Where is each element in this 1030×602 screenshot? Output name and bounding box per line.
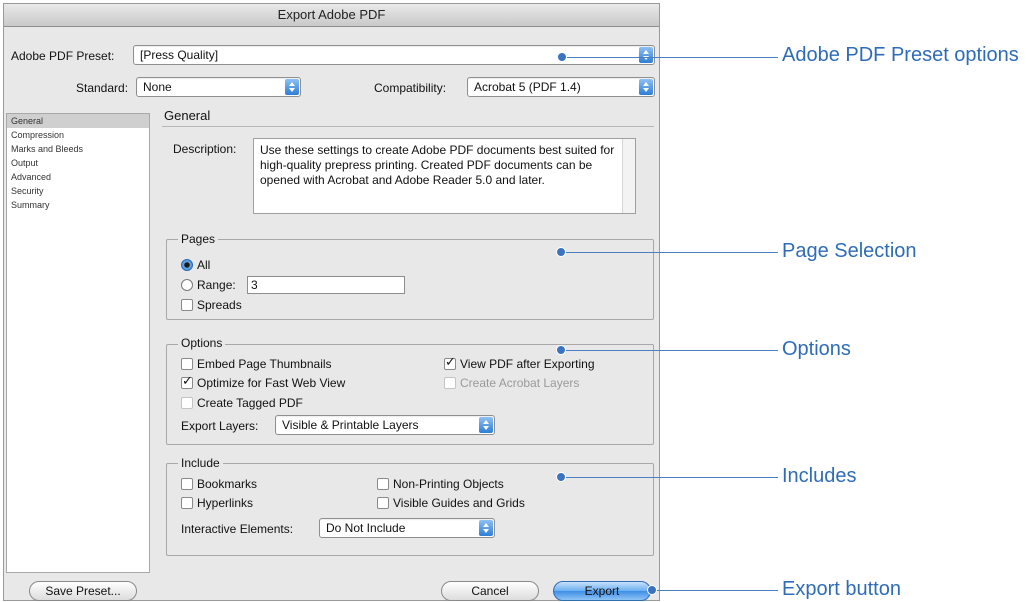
- hyperlinks-checkbox[interactable]: Hyperlinks: [181, 496, 253, 510]
- description-scrollbar[interactable]: [622, 139, 635, 213]
- callout-dot-includes: [556, 472, 566, 482]
- standard-label: Standard:: [76, 81, 129, 95]
- callout-line-options: [561, 350, 778, 351]
- compatibility-label: Compatibility:: [374, 81, 447, 95]
- pages-all-radio[interactable]: All: [181, 258, 210, 272]
- create-tagged-checkbox[interactable]: Create Tagged PDF: [181, 396, 303, 410]
- non-printing-checkbox[interactable]: Non-Printing Objects: [377, 477, 504, 491]
- embed-thumbnails-checkbox[interactable]: Embed Page Thumbnails: [181, 357, 332, 371]
- checkbox-icon: [181, 299, 193, 311]
- callout-dot-export: [647, 585, 657, 595]
- checkbox-icon: [377, 478, 389, 490]
- interactive-elements-value: Do Not Include: [326, 521, 406, 535]
- description-label: Description:: [173, 142, 237, 156]
- preset-value: [Press Quality]: [140, 48, 219, 62]
- create-acrobat-layers-checkbox: Create Acrobat Layers: [444, 376, 579, 390]
- include-group-title: Include: [178, 456, 223, 470]
- sidebar-item-compression[interactable]: Compression: [7, 128, 149, 142]
- checkbox-icon: [181, 397, 193, 409]
- standard-dropdown[interactable]: None: [136, 77, 301, 97]
- options-group-title: Options: [178, 336, 226, 350]
- updown-arrows-icon: [285, 79, 299, 95]
- embed-thumbnails-label: Embed Page Thumbnails: [197, 357, 332, 371]
- sidebar-item-summary[interactable]: Summary: [7, 198, 149, 212]
- callout-options: Options: [782, 338, 851, 360]
- updown-arrows-icon: [639, 79, 653, 95]
- interactive-elements-label: Interactive Elements:: [181, 522, 294, 536]
- cancel-button[interactable]: Cancel: [441, 581, 539, 601]
- non-printing-label: Non-Printing Objects: [393, 477, 504, 491]
- callout-preset: Adobe PDF Preset options: [782, 44, 1019, 66]
- compatibility-dropdown[interactable]: Acrobat 5 (PDF 1.4): [467, 77, 655, 97]
- hyperlinks-label: Hyperlinks: [197, 496, 254, 510]
- checkbox-icon: [181, 478, 193, 490]
- callout-pages: Page Selection: [782, 240, 917, 262]
- checkbox-icon: [444, 377, 456, 389]
- checkbox-checked-icon: [444, 355, 456, 370]
- callout-line-pages: [561, 252, 778, 253]
- spreads-checkbox[interactable]: Spreads: [181, 298, 242, 312]
- pages-group-title: Pages: [178, 232, 219, 246]
- export-layers-value: Visible & Printable Layers: [282, 418, 419, 432]
- compatibility-value: Acrobat 5 (PDF 1.4): [474, 80, 581, 94]
- callout-includes: Includes: [782, 465, 857, 487]
- sidebar-item-advanced[interactable]: Advanced: [7, 170, 149, 184]
- category-sidebar: General Compression Marks and Bleeds Out…: [6, 113, 150, 573]
- checkbox-icon: [377, 497, 389, 509]
- visible-guides-label: Visible Guides and Grids: [393, 496, 525, 510]
- callout-line-includes: [561, 477, 778, 478]
- optimize-web-label: Optimize for Fast Web View: [197, 376, 346, 390]
- pages-all-label: All: [197, 258, 211, 272]
- description-text: Use these settings to create Adobe PDF d…: [260, 143, 615, 187]
- create-tagged-label: Create Tagged PDF: [197, 396, 303, 410]
- callout-dot-pages: [556, 247, 566, 257]
- bookmarks-label: Bookmarks: [197, 477, 258, 491]
- checkbox-icon: [181, 358, 193, 370]
- updown-arrows-icon: [479, 417, 493, 433]
- sidebar-item-general[interactable]: General: [7, 114, 149, 128]
- radio-selected-icon: [181, 259, 193, 271]
- visible-guides-checkbox[interactable]: Visible Guides and Grids: [377, 496, 525, 510]
- range-input[interactable]: 3: [247, 276, 405, 294]
- callout-dot-options: [556, 345, 566, 355]
- divider: [162, 126, 654, 127]
- create-acrobat-layers-label: Create Acrobat Layers: [460, 376, 580, 390]
- callout-dot-preset: [557, 52, 567, 62]
- standard-value: None: [143, 80, 172, 94]
- spreads-label: Spreads: [197, 298, 242, 312]
- preset-dropdown[interactable]: [Press Quality]: [133, 45, 655, 65]
- sidebar-item-marks-and-bleeds[interactable]: Marks and Bleeds: [7, 142, 149, 156]
- general-section-title: General: [164, 108, 211, 123]
- sidebar-item-output[interactable]: Output: [7, 156, 149, 170]
- updown-arrows-icon: [479, 520, 493, 536]
- pages-range-radio[interactable]: Range:: [181, 278, 236, 292]
- optimize-web-checkbox[interactable]: Optimize for Fast Web View: [181, 374, 346, 390]
- export-button[interactable]: Export: [553, 581, 651, 601]
- export-layers-label: Export Layers:: [181, 419, 259, 433]
- callout-line-preset: [562, 57, 778, 58]
- view-after-export-label: View PDF after Exporting: [460, 357, 595, 371]
- interactive-elements-dropdown[interactable]: Do Not Include: [319, 518, 495, 538]
- radio-icon: [181, 279, 193, 291]
- pages-range-label: Range:: [197, 278, 236, 292]
- bookmarks-checkbox[interactable]: Bookmarks: [181, 477, 257, 491]
- window-title: Export Adobe PDF: [4, 4, 659, 27]
- callout-line-export: [652, 590, 778, 591]
- save-preset-button[interactable]: Save Preset...: [29, 581, 137, 601]
- updown-arrows-icon: [639, 47, 653, 63]
- view-after-export-checkbox[interactable]: View PDF after Exporting: [444, 355, 595, 371]
- checkbox-icon: [181, 497, 193, 509]
- preset-label: Adobe PDF Preset:: [11, 49, 115, 63]
- sidebar-item-security[interactable]: Security: [7, 184, 149, 198]
- callout-export: Export button: [782, 578, 901, 600]
- description-box[interactable]: Use these settings to create Adobe PDF d…: [253, 138, 636, 214]
- checkbox-checked-icon: [181, 374, 193, 389]
- export-layers-dropdown[interactable]: Visible & Printable Layers: [275, 415, 495, 435]
